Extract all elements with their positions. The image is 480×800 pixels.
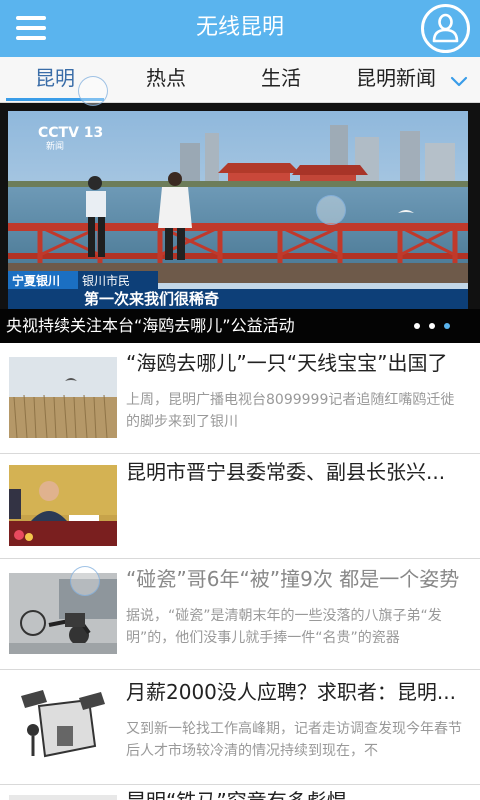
news-thumbnail	[9, 686, 117, 767]
news-thumbnail	[9, 357, 117, 438]
tab-kunming[interactable]: 昆明	[6, 57, 104, 101]
banner-image: CCTV 13 新闻 宁夏银川 银川市民 第一次来我们很稀奇	[0, 103, 480, 343]
app-title: 无线昆明	[195, 15, 284, 40]
tv-location-left: 宁夏银川	[12, 273, 60, 288]
top-bar: 无线昆明	[0, 0, 480, 57]
banner-caption: 央视持续关注本台“海鸥去哪儿”公益活动	[6, 316, 295, 335]
news-item[interactable]: 昆明市晋宁县委常委、副县长张兴...	[0, 454, 480, 558]
news-title: 月薪2000没人应聘？求职者：昆明...	[126, 680, 456, 704]
tab-kunming-news[interactable]: 昆明新闻	[348, 57, 444, 101]
carousel-dot-3[interactable]	[444, 323, 450, 329]
news-item[interactable]: “碰瓷”哥6年“被”撞9次 都是一个姿势 据说，“碰瓷”是清朝末年的一些没落的八…	[0, 559, 480, 669]
news-summary: 上周，昆明广播电视台8099999记者追随红嘴鸥迁徙的脚步来到了银川	[126, 392, 455, 430]
tv-channel-logo: CCTV 13	[38, 125, 103, 141]
news-item[interactable]: 月薪2000没人应聘？求职者：昆明... 又到新一轮找工作高峰期，记者走访调查发…	[0, 670, 480, 784]
news-title: “海鸥去哪儿”一只“天线宝宝”出国了	[126, 351, 448, 375]
news-item[interactable]: 昆明“铁马”究竟有多彪悍	[0, 785, 480, 800]
news-summary: 据说，“碰瓷”是清朝末年的一些没落的八旗子弟“发明”的，他们没事儿就手捧一件“名…	[126, 608, 442, 646]
news-title: 昆明市晋宁县委常委、副县长张兴...	[126, 460, 446, 484]
news-thumbnail	[9, 795, 117, 800]
chevron-down-icon[interactable]	[444, 65, 474, 95]
tv-channel-sub: 新闻	[46, 140, 64, 152]
news-thumbnail	[9, 465, 117, 546]
banner-carousel[interactable]: CCTV 13 新闻 宁夏银川 银川市民 第一次来我们很稀奇 央视持续关注本台“…	[0, 103, 480, 343]
news-item[interactable]: “海鸥去哪儿”一只“天线宝宝”出国了 上周，昆明广播电视台8099999记者追随…	[0, 343, 480, 453]
carousel-dot-2[interactable]	[429, 323, 435, 329]
tab-hot[interactable]: 热点	[116, 57, 216, 101]
tab-life[interactable]: 生活	[230, 57, 332, 101]
news-title: 昆明“铁马”究竟有多彪悍	[126, 787, 470, 800]
user-silhouette-icon	[432, 13, 459, 43]
tv-location-right: 银川市民	[82, 273, 130, 288]
news-summary: 又到新一轮找工作高峰期，记者走访调查发现今年春节后人才市场较冷清的情况持续到现在…	[126, 721, 462, 759]
news-title: “碰瓷”哥6年“被”撞9次 都是一个姿势	[126, 567, 460, 591]
user-avatar-icon[interactable]	[421, 4, 470, 53]
tv-subtitle: 第一次来我们很稀奇	[84, 290, 219, 308]
news-thumbnail	[9, 573, 117, 654]
active-tab-underline	[6, 98, 104, 101]
category-tabs: 昆明 热点 生活 昆明新闻	[0, 57, 480, 103]
carousel-dot-1[interactable]	[414, 323, 420, 329]
news-list: “海鸥去哪儿”一只“天线宝宝”出国了 上周，昆明广播电视台8099999记者追随…	[0, 343, 480, 800]
carousel-indicator	[414, 323, 456, 331]
